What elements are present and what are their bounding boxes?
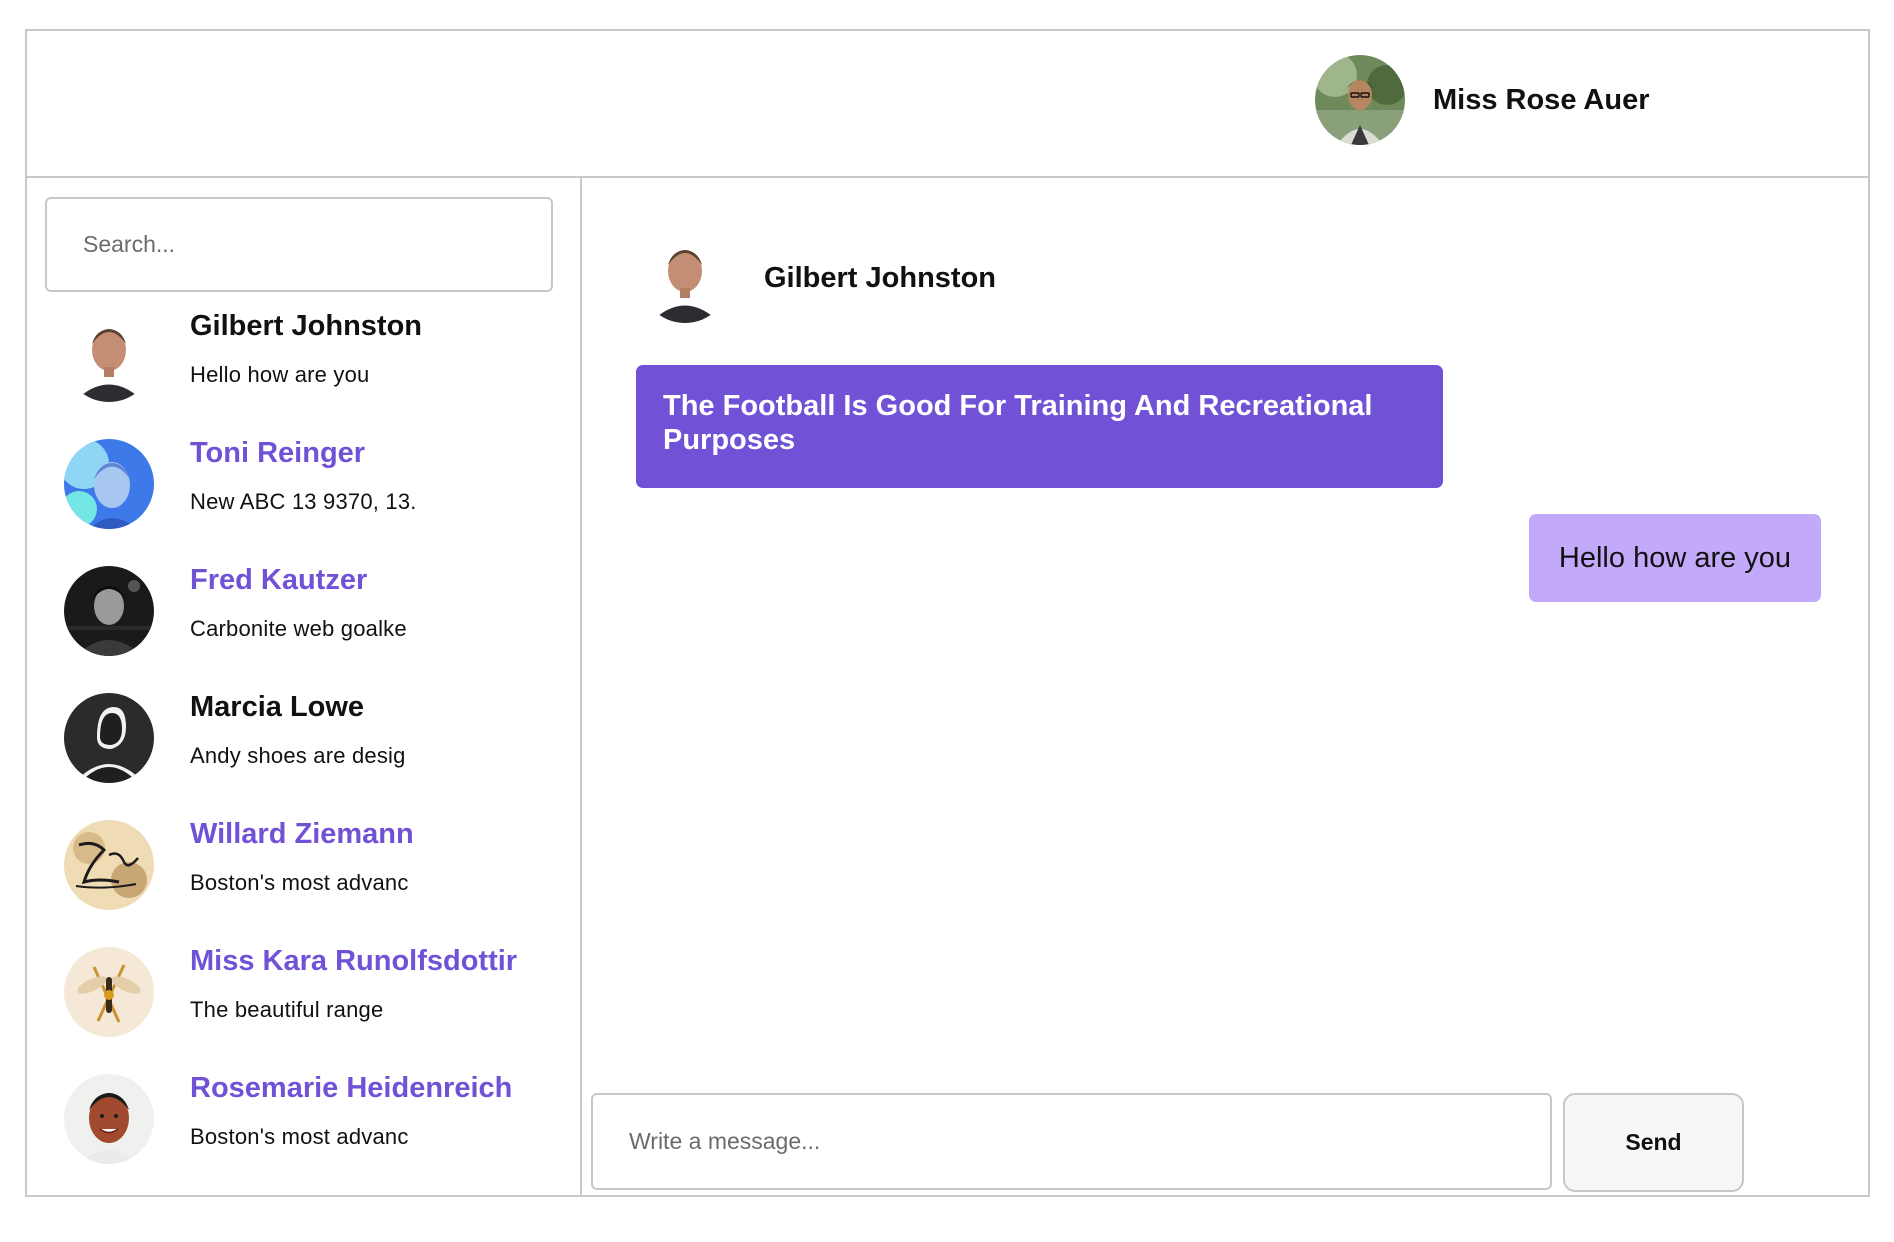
outgoing-message: Hello how are you [1529, 514, 1821, 602]
contacts-sidebar: Gilbert Johnston Hello how are you Toni … [27, 178, 582, 1197]
contact-avatar [64, 820, 154, 910]
contact-avatar [64, 312, 154, 402]
contact-avatar [64, 1074, 154, 1164]
current-user[interactable]: Miss Rose Auer [1315, 55, 1650, 145]
search-input[interactable] [45, 197, 553, 292]
contact-item[interactable]: Fred Kautzer Carbonite web goalke [27, 558, 580, 685]
contact-item[interactable]: Gilbert Johnston Hello how are you [27, 304, 580, 431]
contact-preview: Hello how are you [190, 362, 370, 387]
contact-item[interactable]: Marcia Lowe Andy shoes are desig [27, 685, 580, 812]
chat-panel: Gilbert Johnston The Football Is Good Fo… [582, 178, 1868, 1197]
contact-preview: Boston's most advanc [190, 870, 409, 895]
top-header: Miss Rose Auer [27, 31, 1868, 178]
contact-avatar [64, 947, 154, 1037]
incoming-message: The Football Is Good For Training And Re… [636, 365, 1443, 488]
contact-name: Toni Reinger [190, 437, 366, 469]
contact-item[interactable]: Toni Reinger New ABC 13 9370, 13. [27, 431, 580, 558]
contact-item[interactable]: Willard Ziemann Boston's most advanc [27, 812, 580, 939]
contact-avatar [64, 693, 154, 783]
contact-avatar [64, 566, 154, 656]
contact-preview: The beautiful range [190, 997, 384, 1022]
contact-preview: Andy shoes are desig [190, 743, 406, 768]
contact-name: Marcia Lowe [190, 691, 365, 723]
chat-contact-avatar [640, 233, 730, 323]
contact-avatar [64, 439, 154, 529]
user-name: Miss Rose Auer [1433, 83, 1650, 116]
contact-name: Fred Kautzer [190, 564, 368, 596]
message-input[interactable] [591, 1093, 1552, 1190]
contact-name: Gilbert Johnston [190, 310, 422, 342]
chat-contact-name: Gilbert Johnston [764, 261, 996, 294]
send-button[interactable]: Send [1563, 1093, 1744, 1192]
contact-preview: Carbonite web goalke [190, 616, 407, 641]
contact-preview: New ABC 13 9370, 13. [190, 489, 417, 514]
contact-item[interactable]: Miss Kara Runolfsdottir The beautiful ra… [27, 939, 580, 1066]
contact-name: Willard Ziemann [190, 818, 414, 850]
contact-name: Miss Kara Runolfsdottir [190, 945, 518, 977]
chat-header: Gilbert Johnston [640, 233, 996, 323]
user-avatar[interactable] [1315, 55, 1405, 145]
chat-app: Miss Rose Auer Gilbert Johnston Hello ho… [25, 29, 1870, 1197]
contact-item[interactable]: Rosemarie Heidenreich Boston's most adva… [27, 1066, 580, 1193]
contact-preview: Boston's most advanc [190, 1124, 409, 1149]
contact-list: Gilbert Johnston Hello how are you Toni … [27, 304, 580, 1193]
contact-name: Rosemarie Heidenreich [190, 1072, 513, 1104]
